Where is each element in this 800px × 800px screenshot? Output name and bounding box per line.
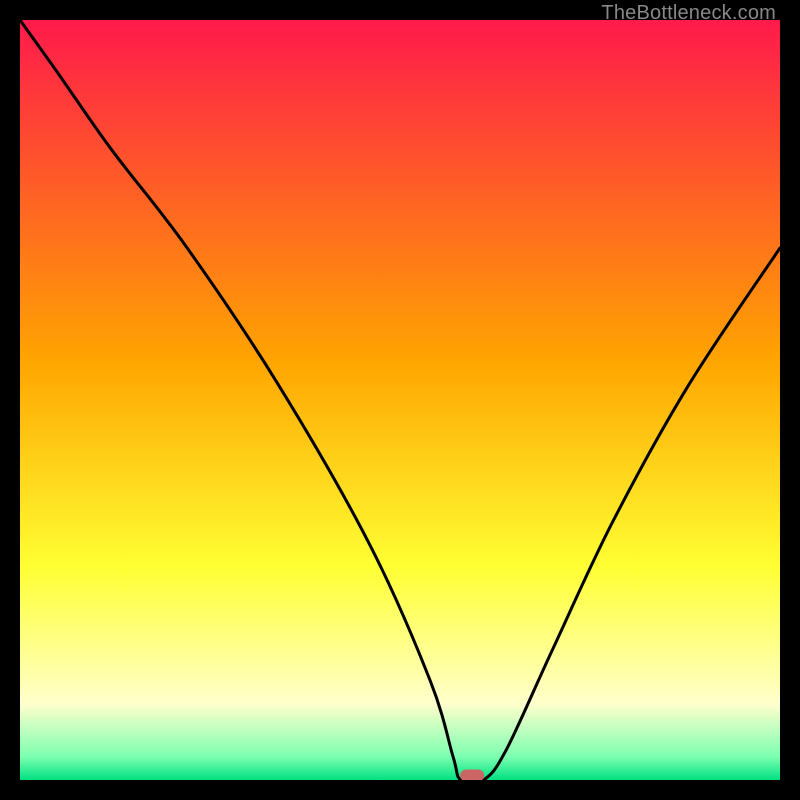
watermark-text: TheBottleneck.com [601, 2, 776, 25]
optimum-marker [460, 769, 484, 780]
chart-frame: TheBottleneck.com [0, 0, 800, 800]
gradient-background [20, 20, 780, 780]
chart-plot-area [20, 20, 780, 780]
chart-svg [20, 20, 780, 780]
